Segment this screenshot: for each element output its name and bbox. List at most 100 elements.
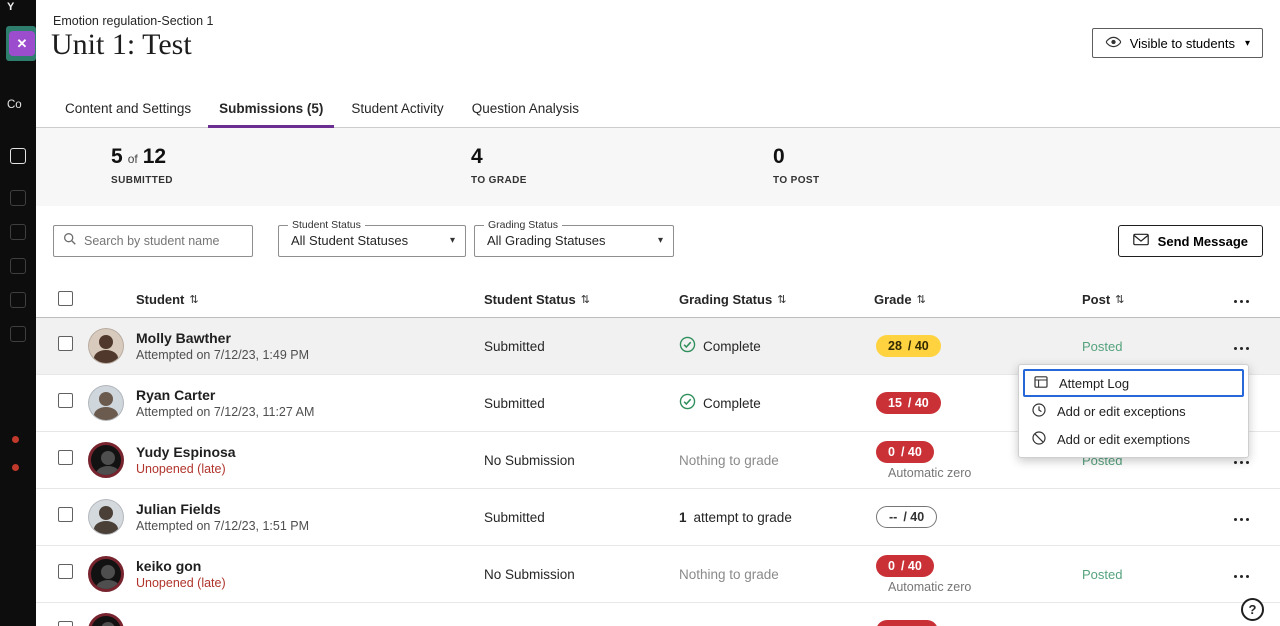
close-panel-button[interactable]: ✕ bbox=[9, 31, 35, 56]
student-status-cell: No Submission bbox=[484, 567, 679, 582]
student-name[interactable]: Ryan Carter bbox=[136, 387, 484, 403]
student-name[interactable]: keiko gon bbox=[136, 558, 484, 574]
column-header-grading-status[interactable]: Grading Status⇅ bbox=[679, 292, 874, 307]
grade-pill[interactable] bbox=[876, 620, 938, 626]
row-checkbox[interactable] bbox=[58, 621, 73, 626]
student-name[interactable]: Yudy Espinosa bbox=[136, 444, 484, 460]
column-header-student[interactable]: Student⇅ bbox=[136, 292, 484, 307]
row-checkbox[interactable] bbox=[58, 336, 73, 351]
sidebar-icon[interactable] bbox=[10, 190, 26, 206]
tab-submissions[interactable]: Submissions (5) bbox=[205, 92, 337, 127]
clock-icon bbox=[1031, 402, 1047, 421]
app-window: Y ✕ Co Emotion regulation-Section 1 Unit… bbox=[0, 0, 1280, 626]
chevron-down-icon: ▾ bbox=[658, 226, 663, 256]
select-all-checkbox[interactable] bbox=[58, 291, 73, 306]
sidebar-icon[interactable] bbox=[10, 292, 26, 308]
row-checkbox[interactable] bbox=[58, 507, 73, 522]
attempt-info: Unopened (late) bbox=[136, 576, 484, 590]
student-status-cell: No Submission bbox=[484, 453, 679, 468]
student-name[interactable]: Julian Fields bbox=[136, 501, 484, 517]
search-input[interactable] bbox=[84, 234, 243, 248]
header-overflow-menu[interactable] bbox=[1231, 295, 1253, 309]
grading-status-cell: Complete bbox=[679, 336, 874, 356]
table-row[interactable]: Julian Fields Attempted on 7/12/23, 1:51… bbox=[36, 489, 1280, 546]
table-row[interactable] bbox=[36, 603, 1280, 626]
page-title: Unit 1: Test bbox=[51, 28, 192, 62]
sort-icon: ⇅ bbox=[189, 293, 198, 306]
avatar bbox=[88, 613, 124, 626]
sidebar-icon[interactable] bbox=[10, 258, 26, 274]
submitted-count: 5 bbox=[111, 145, 123, 169]
attempt-info: Attempted on 7/12/23, 1:51 PM bbox=[136, 519, 484, 533]
send-message-label: Send Message bbox=[1158, 234, 1248, 249]
stat-to-grade: 4 TO GRADE bbox=[471, 145, 527, 186]
chevron-down-icon: ▾ bbox=[1245, 38, 1250, 49]
grade-pill[interactable]: --/ 40 bbox=[876, 506, 937, 528]
grade-pill[interactable]: 0/ 40 bbox=[876, 441, 934, 463]
close-icon: ✕ bbox=[17, 36, 28, 51]
grade-pill[interactable]: 15/ 40 bbox=[876, 392, 941, 414]
search-icon bbox=[63, 232, 77, 251]
row-overflow-menu[interactable] bbox=[1231, 513, 1253, 527]
avatar bbox=[88, 556, 124, 592]
student-status-filter-label: Student Status bbox=[288, 219, 365, 231]
breadcrumb: Emotion regulation-Section 1 bbox=[53, 14, 214, 28]
help-button[interactable]: ? bbox=[1241, 598, 1264, 621]
filter-row: Student Status All Student Statuses ▾ Gr… bbox=[36, 206, 1280, 282]
row-overflow-menu[interactable] bbox=[1231, 342, 1253, 356]
grade-pill[interactable]: 28/ 40 bbox=[876, 335, 941, 357]
stat-submitted: 5 of 12 SUBMITTED bbox=[111, 145, 173, 186]
row-overflow-menu[interactable] bbox=[1231, 570, 1253, 584]
submitted-caption: SUBMITTED bbox=[111, 175, 173, 186]
to-grade-count: 4 bbox=[471, 145, 483, 169]
grade-note: Automatic zero bbox=[888, 466, 971, 480]
page-header: Emotion regulation-Section 1 Unit 1: Tes… bbox=[36, 0, 1280, 92]
grading-status-filter[interactable]: Grading Status All Grading Statuses ▾ bbox=[474, 225, 674, 257]
tab-student-activity[interactable]: Student Activity bbox=[337, 92, 457, 127]
student-search[interactable] bbox=[53, 225, 253, 257]
grading-status-cell: Nothing to grade bbox=[679, 453, 874, 468]
tab-content-and-settings[interactable]: Content and Settings bbox=[51, 92, 205, 127]
tab-question-analysis[interactable]: Question Analysis bbox=[458, 92, 593, 127]
sidebar-icon[interactable] bbox=[10, 224, 26, 240]
envelope-icon bbox=[1133, 233, 1149, 249]
sidebar-icon[interactable] bbox=[10, 326, 26, 342]
student-status-cell: Submitted bbox=[484, 339, 679, 354]
student-status-cell: Submitted bbox=[484, 396, 679, 411]
eye-icon bbox=[1105, 36, 1122, 51]
row-checkbox[interactable] bbox=[58, 393, 73, 408]
attempt-info: Attempted on 7/12/23, 11:27 AM bbox=[136, 405, 484, 419]
row-checkbox[interactable] bbox=[58, 450, 73, 465]
sort-icon: ⇅ bbox=[917, 293, 926, 306]
sidebar-gradebook-icon[interactable] bbox=[10, 148, 26, 164]
column-header-student-status[interactable]: Student Status⇅ bbox=[484, 292, 679, 307]
student-status-filter[interactable]: Student Status All Student Statuses ▾ bbox=[278, 225, 466, 257]
grade-pill[interactable]: 0/ 40 bbox=[876, 555, 934, 577]
menu-item-attempt-log[interactable]: Attempt Log bbox=[1023, 369, 1244, 397]
avatar bbox=[88, 385, 124, 421]
grading-status-cell: Nothing to grade bbox=[679, 567, 874, 582]
attempt-info: Attempted on 7/12/23, 1:49 PM bbox=[136, 348, 484, 362]
avatar bbox=[88, 442, 124, 478]
chevron-down-icon: ▾ bbox=[450, 226, 455, 256]
send-message-button[interactable]: Send Message bbox=[1118, 225, 1263, 257]
column-header-grade[interactable]: Grade⇅ bbox=[874, 292, 1054, 307]
student-name[interactable]: Molly Bawther bbox=[136, 330, 484, 346]
post-status: Posted bbox=[1082, 567, 1122, 582]
row-checkbox[interactable] bbox=[58, 564, 73, 579]
assessment-panel: Emotion regulation-Section 1 Unit 1: Tes… bbox=[36, 0, 1280, 626]
table-row[interactable]: keiko gon Unopened (late) No Submission … bbox=[36, 546, 1280, 603]
column-header-post[interactable]: Post⇅ bbox=[1054, 292, 1219, 307]
question-icon: ? bbox=[1249, 602, 1257, 617]
notification-dot bbox=[12, 464, 19, 471]
complete-check-icon bbox=[679, 393, 696, 413]
menu-item-add-exemptions[interactable]: Add or edit exemptions bbox=[1023, 425, 1244, 453]
visibility-dropdown-button[interactable]: Visible to students ▾ bbox=[1092, 28, 1263, 58]
collapsed-course-sidebar: Y ✕ Co bbox=[0, 0, 36, 626]
to-post-caption: TO POST bbox=[773, 175, 820, 186]
visibility-label: Visible to students bbox=[1130, 36, 1235, 51]
row-context-menu: Attempt Log Add or edit exceptions Add o… bbox=[1018, 364, 1249, 458]
submitted-total: 12 bbox=[143, 145, 166, 169]
menu-item-add-exceptions[interactable]: Add or edit exceptions bbox=[1023, 397, 1244, 425]
avatar bbox=[88, 328, 124, 364]
